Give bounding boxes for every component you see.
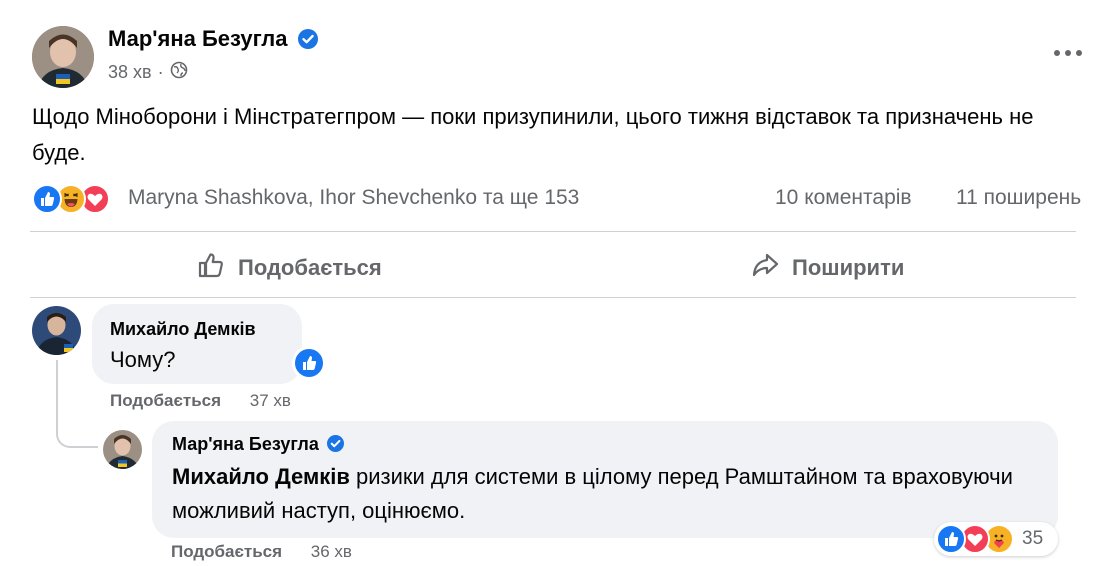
post-time[interactable]: 38 хв [108,62,152,83]
post-meta: 38 хв · [108,61,188,84]
comment-time[interactable]: 37 хв [250,391,291,410]
verified-badge-icon [327,434,345,457]
globe-icon [170,61,188,84]
author-avatar[interactable] [32,26,94,88]
shares-count[interactable]: 11 поширень [956,186,1081,210]
comment-actions: Подобається 37 хв [110,391,291,411]
post-author-row: Мар'яна Безугла [108,26,318,54]
post-author-name[interactable]: Мар'яна Безугла [108,26,287,51]
meta-separator: · [157,62,164,82]
divider-top [30,231,1076,232]
reaction-icons[interactable] [32,184,122,214]
like-icon [32,184,62,214]
reply-author-avatar[interactable] [103,430,142,469]
like-button[interactable]: Подобається [196,250,382,286]
like-icon [936,524,966,554]
reply-reactions[interactable]: 35 [934,522,1058,556]
share-arrow-icon [750,250,780,286]
comment-text: Чому? [110,347,176,372]
reply-author-row: Мар'яна Безугла [172,434,345,457]
share-button[interactable]: Поширити [750,250,904,286]
verified-badge-icon [297,29,318,54]
more-options-icon[interactable] [1054,46,1088,60]
share-button-label: Поширити [792,255,905,280]
comment-bubble: Михайло Демків Чому? [92,304,302,384]
thumbs-up-icon [196,250,226,286]
reply-body: Михайло Демків ризики для системи в ціло… [172,460,1022,528]
comment-author[interactable]: Михайло Демків [110,319,256,340]
reply-thread-line [56,360,98,448]
reply-time[interactable]: 36 хв [311,542,352,561]
reply-author[interactable]: Мар'яна Безугла [172,434,319,454]
reply-like-button[interactable]: Подобається [171,542,282,561]
commenter-avatar[interactable] [32,306,81,355]
reactors-summary[interactable]: Maryna Shashkova, Ihor Shevchenko та ще … [128,186,579,210]
post-text: Щодо Міноборони і Мінстратегпром — поки … [32,104,1034,165]
reply-bubble: Мар'яна Безугла Михайло Демків ризики дл… [152,421,1058,538]
like-button-label: Подобається [238,255,382,280]
reply-reaction-count: 35 [1022,528,1044,549]
reply-mention[interactable]: Михайло Демків [172,464,350,489]
reply-actions: Подобається 36 хв [171,542,352,562]
comments-count[interactable]: 10 коментарів [775,186,912,210]
divider-bottom [30,297,1076,298]
comment-like-button[interactable]: Подобається [110,391,221,410]
comment-like-reaction-icon[interactable] [292,346,326,380]
